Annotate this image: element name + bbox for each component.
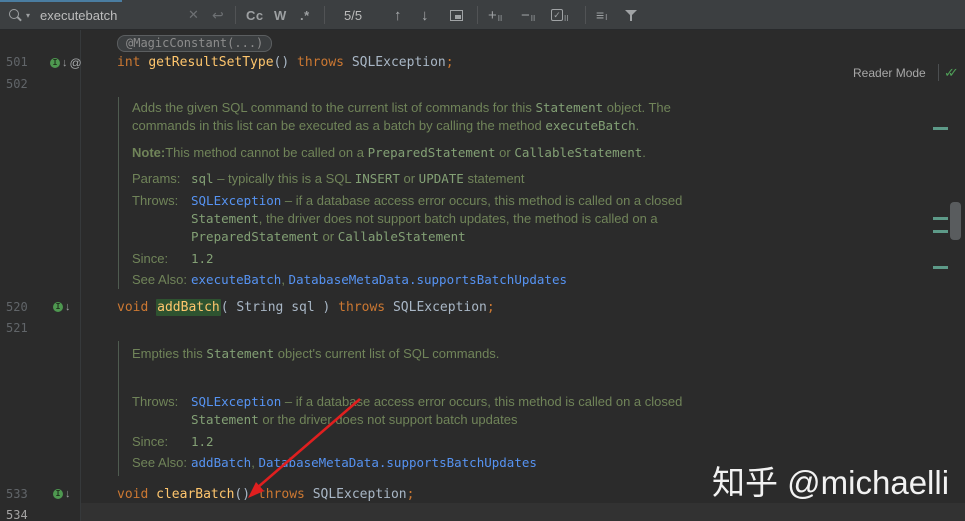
doc-throws-row: Throws: SQLException – if a database acc… (132, 394, 683, 427)
implemented-marker-icon[interactable]: I ↓ @ (50, 56, 82, 70)
line-number: 534 (6, 508, 28, 521)
doc-throws-row: Throws: SQLException – if a database acc… (132, 193, 683, 244)
code-line-520: void addBatch( String sql ) throws SQLEx… (117, 299, 495, 316)
doc-link[interactable]: DatabaseMetaData.supportsBatchUpdates (289, 272, 567, 287)
toolbar-separator (235, 6, 236, 24)
find-toolbar: ▾ executebatch ✕ ↩ Cc W .* 5/5 ↑ ↓ + II −… (0, 0, 965, 30)
doc-link[interactable]: executeBatch (191, 272, 281, 287)
clear-search-icon[interactable]: ✕ (188, 0, 199, 30)
watermark: 知乎 @michaelli (712, 464, 950, 501)
line-number: 521 (6, 321, 28, 335)
toolbar-separator (477, 6, 478, 24)
select-all-occurrences-button[interactable]: ✓ II (551, 0, 568, 30)
folded-annotation[interactable]: @MagicConstant(...) (117, 35, 273, 52)
newline-icon[interactable]: ↩ (212, 0, 224, 30)
doc-link[interactable]: addBatch (191, 455, 251, 470)
toolbar-separator (324, 6, 325, 24)
search-match-highlight: addBatch (156, 299, 221, 316)
gutter-border (80, 30, 81, 521)
doc-link[interactable]: DatabaseMetaData.supportsBatchUpdates (258, 455, 536, 470)
doc-section-label: See Also: (132, 272, 187, 287)
doc-section-label: Since: (132, 434, 169, 449)
rendered-javadoc-clearbatch: Empties this Statement object's current … (118, 341, 708, 476)
doc-paragraph: Empties this Statement object's current … (132, 346, 500, 361)
search-icon[interactable]: ▾ (8, 0, 30, 30)
line-number: 501 (6, 55, 28, 69)
code-line-533: void clearBatch() throws SQLException; (117, 487, 415, 502)
search-caret-icon: ▾ (26, 10, 31, 20)
implemented-marker-icon[interactable]: I ↓ (53, 301, 71, 313)
override-down-arrow-icon: ↓ (62, 57, 68, 69)
doc-paragraph: Adds the given SQL command to the curren… (132, 100, 671, 133)
words-toggle[interactable]: W (274, 0, 287, 30)
doc-seealso-row: See Also: executeBatch, DatabaseMetaData… (132, 272, 567, 287)
rendered-javadoc-addbatch: Adds the given SQL command to the curren… (118, 97, 708, 289)
doc-since-row: Since: 1.2 (132, 434, 214, 449)
previous-occurrence-button[interactable]: ↑ (394, 0, 402, 30)
doc-params-row: Params: sql – typically this is a SQL IN… (132, 171, 525, 186)
doc-note: Note:This method cannot be called on a P… (132, 145, 646, 160)
doc-seealso-row: See Also: addBatch, DatabaseMetaData.sup… (132, 455, 537, 470)
annotation-indicator-icon: @ (69, 56, 82, 70)
override-down-arrow-icon: ↓ (65, 301, 71, 313)
add-occurrence-button[interactable]: + II (488, 0, 502, 30)
line-number: 520 (6, 300, 28, 314)
remove-occurrence-button[interactable]: − II (521, 0, 535, 30)
method-name: clearBatch (156, 487, 235, 502)
regex-toggle[interactable]: .* (300, 0, 310, 30)
doc-section-label: See Also: (132, 455, 187, 470)
ide-window: ▾ executebatch ✕ ↩ Cc W .* 5/5 ↑ ↓ + II −… (0, 0, 965, 521)
find-in-selection-icon[interactable] (450, 0, 463, 30)
search-input[interactable]: executebatch (40, 0, 117, 30)
line-number: 533 (6, 487, 28, 501)
doc-section-label: Params: (132, 171, 181, 186)
search-stripe-mark[interactable] (933, 230, 948, 233)
search-stripe-mark[interactable] (933, 266, 948, 269)
search-stripe-mark[interactable] (933, 217, 948, 220)
match-case-toggle[interactable]: Cc (246, 0, 264, 30)
line-number: 502 (6, 77, 28, 91)
editor-pane: 501 502 520 521 533 534 I ↓ @ I ↓ I ↓ @M… (0, 30, 965, 521)
inspections-ok-icon[interactable]: ✓✓ (944, 65, 965, 81)
doc-section-label: Throws: (132, 394, 179, 409)
method-name: getResultSetType (148, 55, 274, 70)
doc-link[interactable]: SQLException (191, 394, 281, 409)
widget-separator (938, 64, 939, 81)
filter-icon[interactable] (624, 0, 638, 30)
doc-since-row: Since: 1.2 (132, 251, 214, 266)
scrollbar-thumb[interactable] (950, 202, 961, 240)
doc-section-label: Since: (132, 251, 169, 266)
doc-link[interactable]: SQLException (191, 193, 281, 208)
current-line-highlight (81, 503, 965, 521)
search-stripe-mark[interactable] (933, 127, 948, 130)
search-options-icon[interactable]: ≡ I (596, 0, 607, 30)
next-occurrence-button[interactable]: ↓ (421, 0, 429, 30)
reader-mode-button[interactable]: Reader Mode (853, 66, 926, 80)
implemented-marker-icon[interactable]: I ↓ (53, 488, 71, 500)
toolbar-separator (585, 6, 586, 24)
match-count: 5/5 (344, 7, 363, 23)
override-down-arrow-icon: ↓ (65, 488, 71, 500)
code-line-501: int getResultSetType() throws SQLExcepti… (117, 55, 454, 70)
doc-section-label: Throws: (132, 193, 179, 208)
